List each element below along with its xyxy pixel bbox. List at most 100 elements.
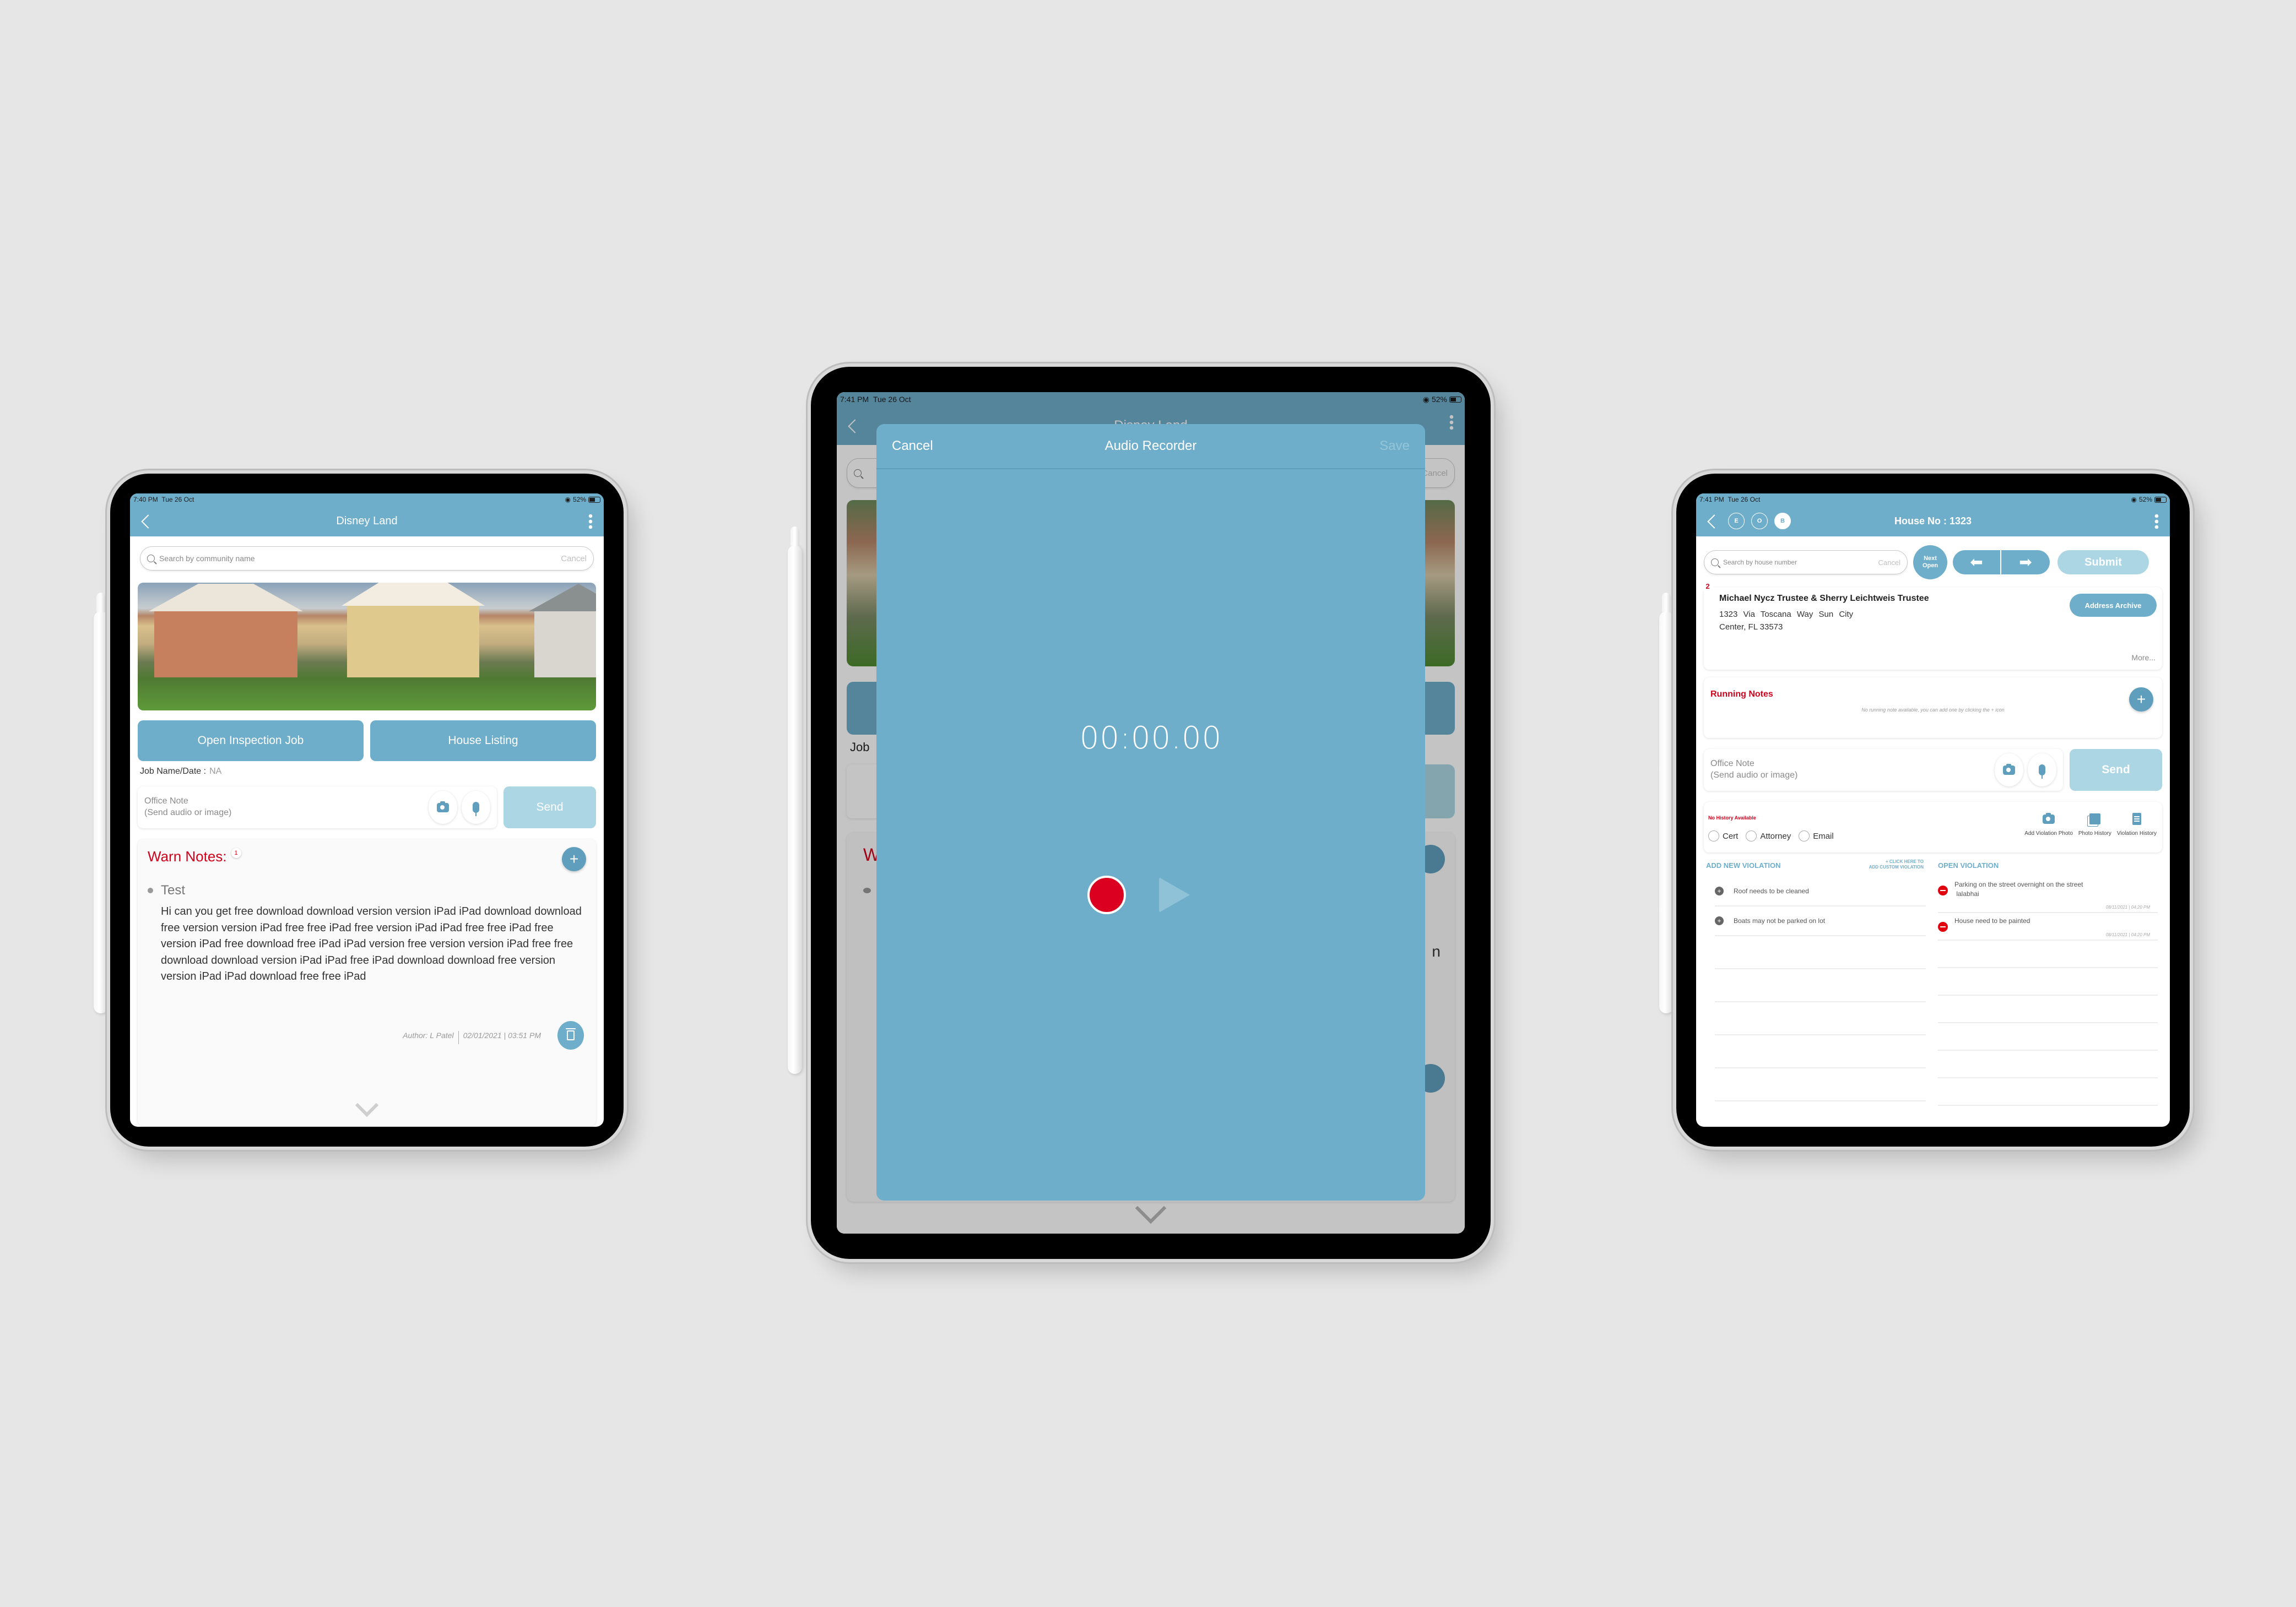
apple-pencil [1659, 593, 1674, 1013]
add-violation-title: ADD NEW VIOLATION [1706, 861, 1781, 870]
next-open-label-2: Open [1922, 562, 1938, 569]
send-button[interactable]: Send [2070, 749, 2162, 791]
search-placeholder: Search by community name [159, 554, 255, 563]
battery-percent: 52% [572, 496, 586, 503]
community-search-input[interactable]: Search by community name Cancel [140, 546, 594, 571]
add-circle-icon: + [1715, 887, 1724, 895]
open-violation-item[interactable]: House need to be painted 08/11/2021 | 04… [1938, 913, 2158, 941]
no-history-label: No History Available [1708, 815, 1756, 821]
save-button[interactable]: Save [1379, 438, 1410, 454]
tool-label: Photo History [2078, 830, 2111, 837]
open-violation-title: OPEN VIOLATION [1938, 861, 1999, 870]
add-warn-note-button[interactable]: + [562, 847, 586, 871]
house-detail-screen: 7:41 PM Tue 26 Oct ◉ 52% E O B House No :… [1696, 493, 2170, 1127]
warn-note-title-text: Test [161, 883, 186, 898]
job-name-label: Job Name/Date : [140, 767, 207, 776]
house-illustration [529, 584, 596, 677]
office-note-input[interactable]: Office Note (Send audio or image) [138, 786, 497, 828]
house-search-input[interactable]: Search by house number Cancel [1704, 550, 1908, 574]
house-illustration [342, 583, 485, 677]
chevron-down-icon[interactable] [355, 1093, 379, 1117]
status-bar: 7:41 PM Tue 26 Oct ◉ 52% [1696, 493, 2170, 506]
tag-b-button[interactable]: B [1774, 513, 1791, 529]
custom-link-line-2: ADD CUSTOM VIOLATION [1869, 865, 1924, 870]
battery-icon [2154, 496, 2167, 503]
violation-option-label: Roof needs to be cleaned [1734, 887, 1809, 895]
warn-note-timestamp: 02/01/2021 | 03:51 PM [463, 1031, 541, 1040]
bullet-icon [148, 888, 153, 893]
previous-house-button[interactable]: ⬅ [1953, 550, 2001, 574]
back-button[interactable] [1704, 510, 1721, 532]
battery-percent: 52% [2138, 496, 2152, 503]
radio-cert[interactable]: Cert [1708, 830, 1738, 841]
status-date: Tue 26 Oct [161, 496, 194, 503]
photo-history-button[interactable]: Photo History [2078, 812, 2111, 837]
remove-circle-icon[interactable] [1938, 922, 1948, 932]
running-notes-card: Running Notes No running note available,… [1704, 677, 2162, 738]
custom-link-line-1: + CLICK HERE TO [1886, 859, 1924, 864]
warn-notes-title: Warn Notes: [148, 848, 227, 865]
record-button[interactable] [1087, 876, 1126, 914]
radio-attorney[interactable]: Attorney [1746, 830, 1791, 841]
add-custom-violation-link[interactable]: + CLICK HERE TO ADD CUSTOM VIOLATION [1869, 859, 1924, 871]
microphone-button[interactable] [2028, 753, 2056, 786]
warn-note-author: Author: L Patel [403, 1031, 454, 1040]
add-violation-column: ADD NEW VIOLATION + CLICK HERE TO ADD CUS… [1704, 851, 1930, 1106]
open-violation-item[interactable]: Parking on the street overnight on the s… [1938, 877, 2158, 913]
address-archive-button[interactable]: Address Archive [2070, 594, 2157, 617]
send-button[interactable]: Send [503, 786, 596, 828]
violation-history-button[interactable]: Violation History [2117, 812, 2157, 837]
status-date: Tue 26 Oct [1728, 496, 1761, 503]
empty-row [1938, 996, 2158, 1023]
house-listing-button[interactable]: House Listing [370, 720, 596, 761]
microphone-button[interactable] [462, 791, 490, 824]
violation-option[interactable]: + Boats may not be parked on lot [1715, 906, 1926, 936]
empty-row [1938, 1051, 2158, 1078]
camera-button[interactable] [429, 791, 457, 824]
open-inspection-job-button[interactable]: Open Inspection Job [138, 720, 364, 761]
more-link[interactable]: More... [2131, 653, 2156, 662]
remove-circle-icon[interactable] [1938, 886, 1948, 895]
submit-button[interactable]: Submit [2057, 550, 2149, 574]
battery-icon [588, 496, 600, 503]
radio-email[interactable]: Email [1799, 830, 1834, 841]
play-button[interactable] [1159, 877, 1190, 913]
office-note-input[interactable]: Office Note (Send audio or image) [1704, 749, 2063, 791]
office-note-placeholder: Office Note [144, 796, 188, 806]
add-violation-photo-button[interactable]: Add Violation Photo [2024, 812, 2073, 837]
warn-note-item-title: Test [148, 883, 586, 898]
modal-title: Audio Recorder [1104, 438, 1197, 453]
empty-row [1715, 969, 1926, 1002]
next-house-button[interactable]: ➡ [2001, 550, 2050, 574]
tag-o-button[interactable]: O [1751, 513, 1768, 529]
more-menu-icon[interactable] [588, 513, 593, 529]
violation-option[interactable]: + Roof needs to be cleaned [1715, 877, 1926, 906]
radio-circle-icon [1799, 830, 1810, 841]
arrow-left-icon: ⬅ [1970, 553, 1983, 571]
radio-label: Cert [1723, 831, 1739, 841]
search-cancel-button[interactable]: Cancel [561, 554, 587, 563]
arrow-right-icon: ➡ [2019, 553, 2032, 571]
open-violation-subtext: lalabhai [1956, 889, 1979, 898]
office-note-placeholder: Office Note [1710, 759, 1755, 769]
status-time: 7:41 PM [1699, 496, 1724, 503]
status-bar: 7:40 PM Tue 26 Oct ◉ 52% [130, 493, 604, 506]
add-circle-icon: + [1715, 916, 1724, 925]
owner-card: 2 Michael Nycz Trustee & Sherry Leichtwe… [1702, 580, 2162, 670]
nav-bar: Disney Land [130, 506, 604, 536]
add-running-note-button[interactable]: + [2129, 687, 2153, 712]
camera-button[interactable] [1995, 753, 2023, 786]
empty-row [1715, 936, 1926, 969]
search-cancel-button[interactable]: Cancel [1878, 558, 1900, 567]
tag-e-button[interactable]: E [1728, 513, 1745, 529]
app-header: 7:41 PM Tue 26 Oct ◉ 52% E O B House No :… [1696, 493, 2170, 536]
next-open-button[interactable]: Next Open [1913, 545, 1947, 579]
cancel-button[interactable]: Cancel [892, 438, 933, 454]
search-placeholder: Search by house number [1723, 558, 1797, 566]
page-title: Disney Land [336, 514, 398, 527]
address-line-2: Center, FL 33573 [1719, 622, 1783, 632]
delete-warn-note-button[interactable] [557, 1021, 584, 1050]
back-button[interactable] [138, 510, 155, 532]
more-menu-icon[interactable] [2154, 513, 2159, 529]
audio-recorder-modal: Cancel Audio Recorder Save 00:00.00 [876, 424, 1425, 1201]
